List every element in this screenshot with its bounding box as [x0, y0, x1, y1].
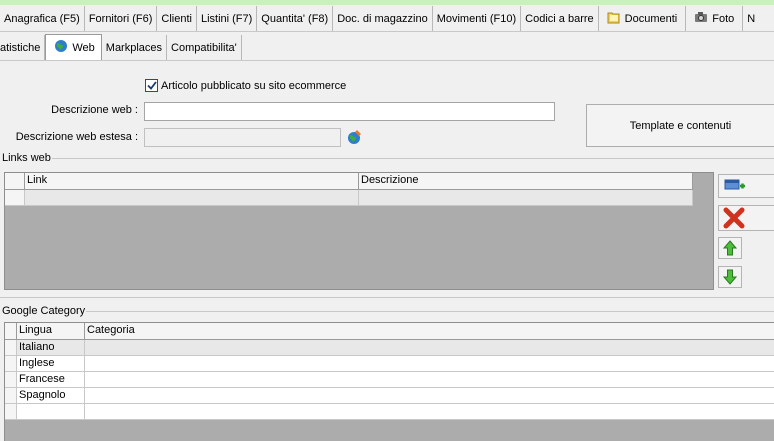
links-column-header-link[interactable]: Link	[25, 173, 359, 190]
google-column-header-categoria[interactable]: Categoria	[85, 323, 774, 340]
links-column-header-descrizione[interactable]: Descrizione	[359, 173, 693, 190]
tab-codici-barre[interactable]: Codici a barre	[521, 6, 599, 31]
delete-x-icon	[723, 207, 745, 229]
add-link-button[interactable]	[718, 174, 774, 198]
descrizione-web-estesa-label: Descrizione web estesa :	[15, 131, 138, 143]
google-row-indicator[interactable]	[5, 340, 17, 356]
links-cell-link[interactable]	[25, 190, 359, 206]
globe-icon	[54, 39, 68, 56]
tab-web[interactable]: Web	[45, 34, 102, 60]
tab-label: Clienti	[161, 12, 192, 25]
google-cell-lingua[interactable]	[17, 404, 85, 420]
tab-label: N	[747, 12, 756, 25]
folder-icon	[607, 11, 621, 27]
edit-extended-description-button[interactable]	[346, 129, 363, 146]
google-grid-corner	[5, 323, 17, 340]
tab-label: atistiche	[0, 41, 41, 54]
checkmark-icon	[146, 81, 157, 90]
move-down-button[interactable]	[718, 266, 742, 288]
tab-separator	[0, 31, 774, 32]
tab-quantita[interactable]: Quantita' (F8)	[257, 6, 334, 31]
tab-label: Doc. di magazzino	[337, 12, 428, 25]
google-column-header-lingua[interactable]: Lingua	[17, 323, 85, 340]
delete-link-button[interactable]	[718, 205, 774, 231]
move-up-button[interactable]	[718, 237, 742, 259]
published-checkbox[interactable]	[145, 79, 158, 92]
google-cell-categoria[interactable]	[85, 388, 774, 404]
tab-statistiche[interactable]: atistiche	[0, 35, 46, 60]
camera-icon	[694, 11, 708, 26]
tab-anagrafica[interactable]: Anagrafica (F5)	[0, 6, 85, 31]
tab-foto[interactable]: Foto	[686, 6, 744, 31]
tab-label: Codici a barre	[525, 12, 594, 25]
tab-label: Movimenti (F10)	[436, 12, 517, 25]
tab-compatibilita[interactable]: Compatibilita'	[167, 35, 242, 60]
tab-listini[interactable]: Listini (F7)	[196, 6, 258, 31]
template-button-label: Template e contenuti	[629, 119, 732, 132]
tab-fornitori[interactable]: Fornitori (F6)	[84, 6, 158, 31]
google-row-indicator[interactable]	[5, 388, 17, 404]
tab-clienti[interactable]: Clienti	[157, 6, 197, 31]
google-cell-categoria[interactable]	[85, 372, 774, 388]
google-cell-categoria[interactable]	[85, 356, 774, 372]
tab-label: Anagrafica (F5)	[4, 12, 80, 25]
add-row-icon	[724, 179, 745, 190]
tab-markplaces[interactable]: Markplaces	[101, 35, 168, 60]
tab-documenti[interactable]: Documenti	[598, 6, 687, 31]
google-row-indicator[interactable]	[5, 372, 17, 388]
tab-row-secondary: atistiche Web Markplaces Compatibilita'	[0, 34, 242, 60]
google-cell-lingua[interactable]: Italiano	[17, 340, 85, 356]
arrow-down-icon	[723, 269, 737, 285]
google-category-title: Google Category	[2, 305, 86, 317]
template-contenuti-button[interactable]: Template e contenuti	[586, 104, 774, 147]
google-grid-body: Lingua Categoria Italiano Inglese France…	[5, 323, 774, 420]
google-row-indicator[interactable]	[5, 356, 17, 372]
globe-edit-icon	[348, 130, 361, 144]
arrow-up-icon	[723, 240, 737, 256]
tab-label: Markplaces	[105, 41, 163, 54]
links-web-title: Links web	[2, 152, 51, 164]
tab-separator	[0, 60, 774, 61]
links-grid-body: Link Descrizione	[5, 173, 693, 206]
links-grid-corner	[5, 173, 25, 190]
tab-next-truncated[interactable]: N	[743, 6, 760, 31]
tab-label: Fornitori (F6)	[88, 12, 153, 25]
top-accent-bar	[0, 0, 774, 5]
descrizione-web-estesa-input	[144, 128, 341, 147]
google-cell-lingua[interactable]: Inglese	[17, 356, 85, 372]
links-row-indicator[interactable]	[5, 190, 25, 206]
descrizione-web-input[interactable]	[144, 102, 555, 121]
google-cell-lingua[interactable]: Spagnolo	[17, 388, 85, 404]
tab-label: Quantita' (F8)	[261, 12, 329, 25]
tab-label: Listini (F7)	[200, 12, 253, 25]
published-label: Articolo pubblicato su sito ecommerce	[161, 79, 347, 92]
google-cell-lingua[interactable]: Francese	[17, 372, 85, 388]
tab-movimenti[interactable]: Movimenti (F10)	[432, 6, 522, 31]
descrizione-web-label: Descrizione web :	[51, 104, 138, 116]
google-cell-categoria[interactable]	[85, 340, 774, 356]
google-category-divider	[86, 311, 774, 312]
section-divider	[0, 297, 774, 298]
published-checkbox-row[interactable]: Articolo pubblicato su sito ecommerce	[145, 79, 346, 92]
links-cell-descrizione[interactable]	[359, 190, 693, 206]
tab-row-primary: Anagrafica (F5) Fornitori (F6) Clienti L…	[0, 6, 760, 31]
tab-label: Web	[72, 41, 95, 54]
links-web-divider	[52, 158, 774, 159]
links-web-grid[interactable]: Link Descrizione	[4, 172, 714, 290]
tab-doc-magazzino[interactable]: Doc. di magazzino	[333, 6, 433, 31]
tab-label: Foto	[712, 12, 735, 25]
google-category-grid[interactable]: Lingua Categoria Italiano Inglese France…	[4, 322, 774, 441]
tab-label: Compatibilita'	[171, 41, 237, 54]
tab-label: Documenti	[624, 12, 678, 25]
google-row-indicator[interactable]	[5, 404, 17, 420]
google-cell-categoria[interactable]	[85, 404, 774, 420]
